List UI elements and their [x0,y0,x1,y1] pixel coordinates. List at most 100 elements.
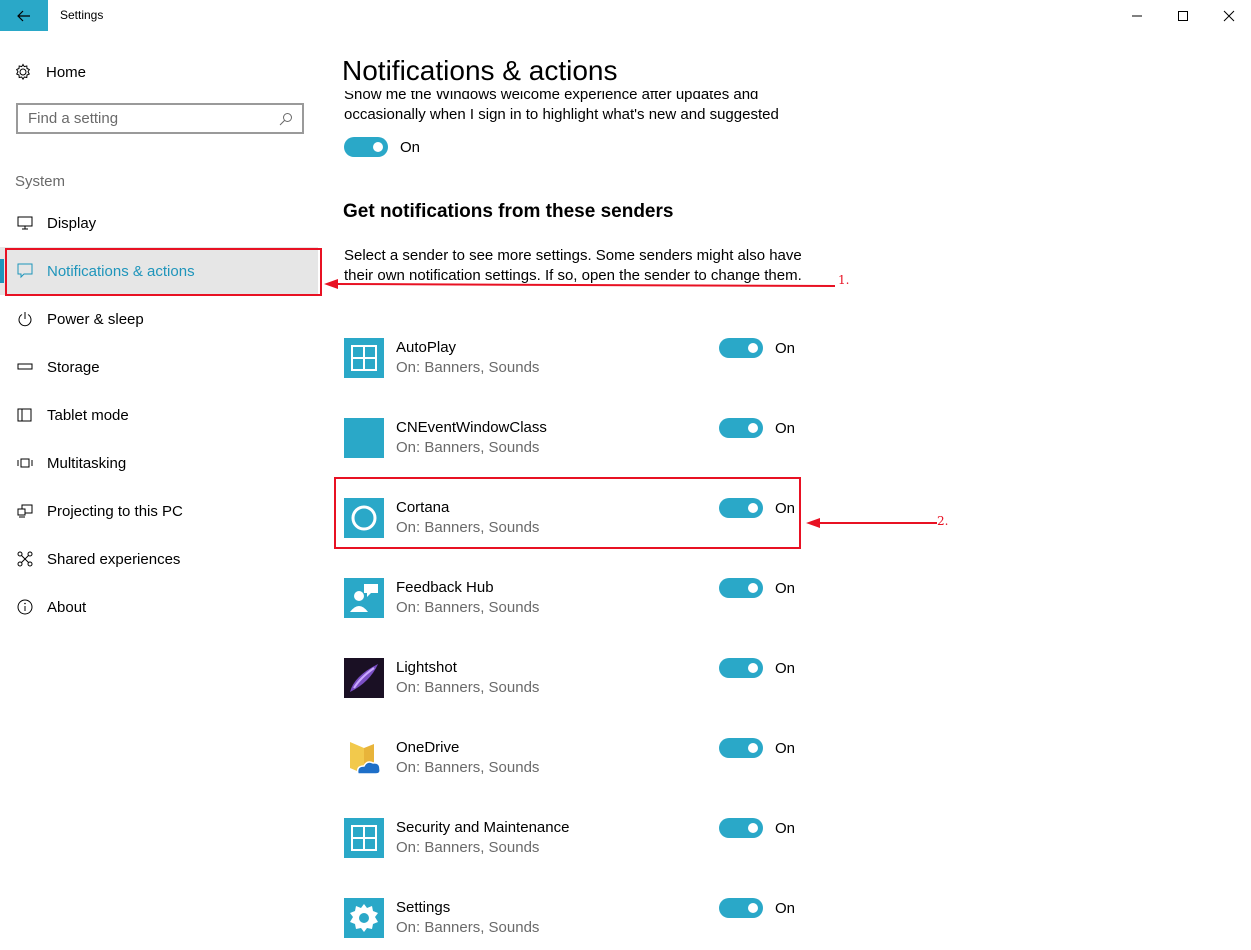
sidebar-item-multitasking[interactable]: Multitasking [0,439,318,487]
gear-icon [15,63,31,81]
minimize-icon [1132,15,1142,16]
sender-autoplay[interactable]: AutoPlay On: Banners, Sounds On [344,338,795,378]
toggle-knob [748,663,758,673]
sidebar: Home Find a setting System Display Notif… [0,31,330,950]
sender-toggle-row: On [719,338,795,358]
toggle-knob [748,823,758,833]
power-icon [16,310,34,328]
toggle-knob [748,583,758,593]
annotation-box-1 [5,248,322,296]
search-input[interactable]: Find a setting [28,110,274,127]
sender-toggle-row: On [719,898,795,918]
sidebar-item-about[interactable]: About [0,583,318,631]
sender-toggle-state: On [775,339,796,357]
sidebar-item-label: Shared experiences [47,550,181,568]
toggle-knob [748,423,758,433]
sender-toggle-row: On [719,738,795,758]
sender-cneventwindowclass[interactable]: CNEventWindowClass On: Banners, Sounds O… [344,418,796,458]
sender-status: On: Banners, Sounds [396,359,540,376]
home-label: Home [46,63,87,81]
sidebar-item-storage[interactable]: Storage [0,343,318,391]
sender-toggle-state: On [775,419,796,437]
sender-toggle-row: On [719,658,795,678]
sender-name: Settings [396,899,451,916]
security-maintenance-icon [344,818,384,858]
sender-toggle[interactable] [719,658,763,678]
page-title: Notifications & actions [342,55,618,86]
settings-gear-icon [344,898,384,938]
sidebar-item-projecting[interactable]: Projecting to this PC [0,487,318,535]
sender-status: On: Banners, Sounds [396,439,540,456]
sender-toggle-state: On [775,579,796,597]
back-arrow-icon [17,10,30,21]
sender-name: CNEventWindowClass [396,419,547,436]
sidebar-item-label: Storage [47,358,100,376]
share-icon [16,550,34,568]
search-icon[interactable] [274,107,298,131]
sender-name: Feedback Hub [396,579,494,596]
maximize-icon [1178,10,1188,21]
projecting-icon [16,502,34,520]
sender-name: Lightshot [396,659,457,676]
annotation-label-1: 1. [838,273,850,287]
sender-onedrive[interactable]: OneDrive On: Banners, Sounds On [344,738,795,778]
sender-toggle[interactable] [719,818,763,838]
annotation-box-2 [334,477,801,549]
selection-indicator [0,259,4,283]
sender-status: On: Banners, Sounds [396,679,540,696]
welcome-experience-text: Show me the Windows welcome experience a… [344,91,794,130]
sender-toggle[interactable] [719,418,763,438]
sidebar-item-label: Display [47,214,97,232]
sender-security-maintenance[interactable]: Security and Maintenance On: Banners, So… [344,818,795,858]
title-bar: Settings [0,0,1251,31]
toggle-knob [748,743,758,753]
autoplay-icon [344,338,384,378]
back-button[interactable] [0,0,48,31]
sender-settings[interactable]: Settings On: Banners, Sounds On [344,898,795,938]
lightshot-icon [344,658,384,698]
senders-description: Select a sender to see more settings. So… [344,247,802,284]
home-link[interactable]: Home [14,61,86,83]
sender-toggle[interactable] [719,898,763,918]
sidebar-item-label: Tablet mode [47,406,129,424]
sender-status: On: Banners, Sounds [396,919,540,936]
toggle-knob [748,903,758,913]
sender-status: On: Banners, Sounds [396,759,540,776]
sidebar-item-display[interactable]: Display [0,199,318,247]
annotation-label-2: 2. [937,514,949,528]
sender-toggle-row: On [719,818,795,838]
info-icon [16,598,34,616]
sender-name: OneDrive [396,739,460,756]
main-content: Notifications & actions Show me the Wind… [330,31,1251,950]
section-label-system: System [15,173,66,190]
sender-name: AutoPlay [396,339,457,356]
sidebar-item-label: Multitasking [47,454,127,472]
sender-toggle-state: On [775,659,796,677]
sidebar-item-tablet-mode[interactable]: Tablet mode [0,391,318,439]
monitor-icon [16,214,34,232]
welcome-toggle-state: On [400,138,421,156]
maximize-button[interactable] [1160,0,1206,31]
sidebar-item-label: Power & sleep [47,310,144,328]
sender-toggle-state: On [775,899,796,917]
sender-toggle[interactable] [719,738,763,758]
welcome-toggle[interactable] [344,137,388,157]
sender-lightshot[interactable]: Lightshot On: Banners, Sounds On [344,658,795,698]
welcome-toggle-row: On [344,137,420,157]
sender-name: Security and Maintenance [396,819,570,836]
sender-toggle[interactable] [719,578,763,598]
sidebar-item-power-sleep[interactable]: Power & sleep [0,295,318,343]
sender-toggle[interactable] [719,338,763,358]
onedrive-icon [344,738,384,778]
close-button[interactable] [1206,0,1251,31]
sender-toggle-row: On [719,578,795,598]
sidebar-item-label: About [47,598,87,616]
sender-toggle-state: On [775,819,796,837]
sidebar-item-label: Projecting to this PC [47,502,183,520]
sidebar-item-shared-experiences[interactable]: Shared experiences [0,535,318,583]
search-box[interactable]: Find a setting [16,103,304,134]
welcome-experience-label: Show me the Windows welcome experience a… [344,91,779,123]
multitasking-icon [16,454,34,472]
minimize-button[interactable] [1114,0,1160,31]
sender-feedback-hub[interactable]: Feedback Hub On: Banners, Sounds On [344,578,795,618]
